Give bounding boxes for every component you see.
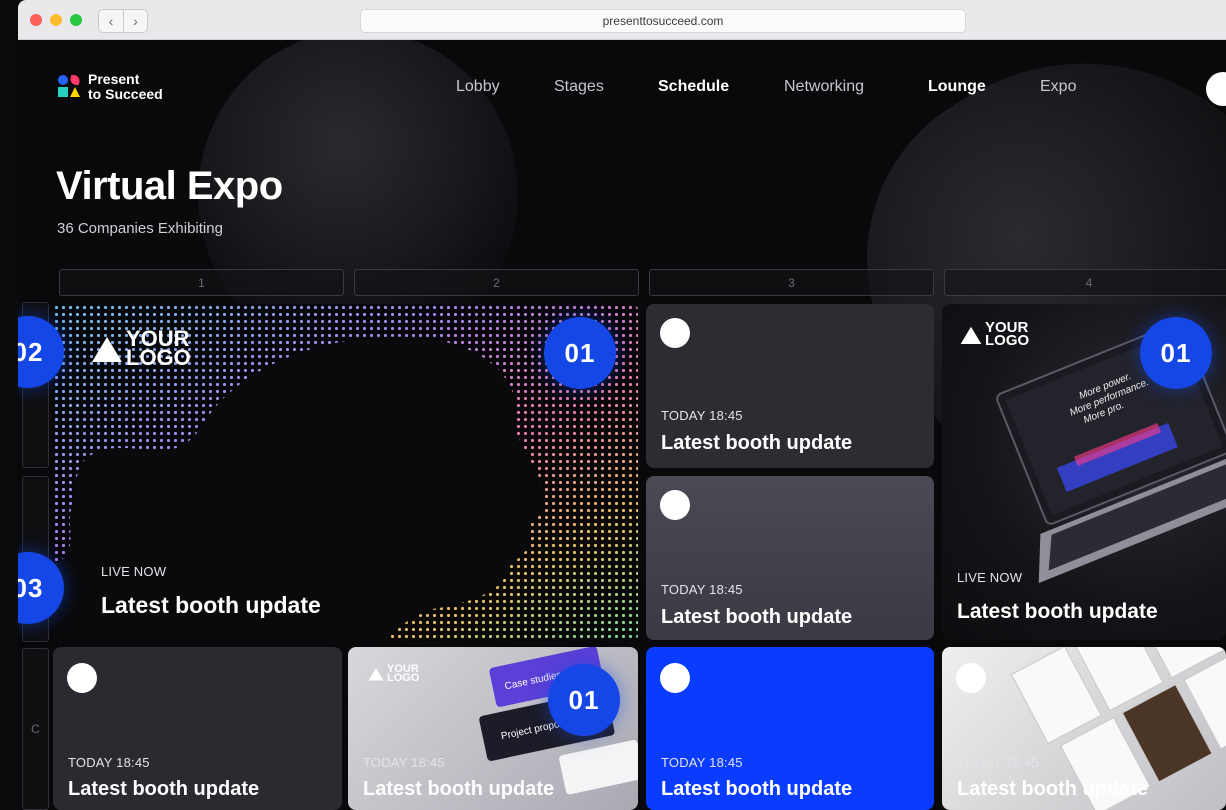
card-time: TODAY 18:45 [363,755,445,770]
card-headline: Latest booth update [661,606,853,628]
booth-card[interactable]: TODAY 18:45 Latest booth update [646,304,934,468]
card-headline: Latest booth update [957,778,1149,800]
nav-expo[interactable]: Expo [1040,78,1076,96]
brand-name-line2: to Succeed [88,86,163,102]
column-header-4: 4 [944,269,1226,296]
logo-triangle-icon [92,336,122,362]
card-headline: Latest booth update [363,778,555,800]
card-status: LIVE NOW [957,570,1023,585]
chevron-left-icon[interactable]: ‹ [99,10,123,32]
zoom-window-button[interactable] [70,14,82,26]
brand-name-line1: Present [88,71,140,87]
column-header-2: 2 [354,269,639,296]
booth-card[interactable]: TODAY 18:45 Latest booth update [646,476,934,640]
chevron-right-icon[interactable]: › [123,10,147,32]
nav-schedule[interactable]: Schedule [658,78,729,96]
column-header-1: 1 [59,269,344,296]
booth-avatar [660,663,690,693]
page-subtitle: 36 Companies Exhibiting [57,220,223,237]
card-headline: Latest booth update [68,778,260,800]
booth-avatar [660,490,690,520]
column-header-3: 3 [649,269,934,296]
brand-mark-icon [58,75,82,99]
booth-card-highlight[interactable]: TODAY 18:45 Latest booth update [646,647,934,810]
card-headline: Latest booth update [957,600,1158,623]
nav-stages[interactable]: Stages [554,78,604,96]
badge-01: 01 [1140,317,1212,389]
booth-card[interactable]: TODAY 18:45 Latest booth update [53,647,342,810]
card-time: TODAY 18:45 [661,755,743,770]
nav-lounge[interactable]: Lounge [928,78,986,96]
card-time: TODAY 18:45 [661,582,743,597]
card-headline: Latest booth update [661,778,853,800]
your-logo: YOUR LOGO [91,328,191,370]
card-headline: Latest booth update [101,592,321,618]
history-buttons: ‹ › [98,9,148,33]
card-time: TODAY 18:45 [661,408,743,423]
badge-01: 01 [544,317,616,389]
window-controls [30,14,82,26]
booth-avatar [660,318,690,348]
minimize-window-button[interactable] [50,14,62,26]
browser-toolbar: ‹ › presenttosucceed.com [18,0,1226,40]
address-bar[interactable]: presenttosucceed.com [360,9,966,33]
user-avatar[interactable] [1206,72,1226,106]
card-time: TODAY 18:45 [957,755,1039,770]
booth-avatar [956,663,986,693]
badge-01: 01 [548,664,620,736]
row-marker-c: C [22,648,49,810]
brand-logo[interactable]: Present to Succeed [58,72,163,102]
booth-card-collage[interactable]: TODAY 18:45 Latest booth update [942,647,1226,810]
logo-line2: LOGO [126,344,191,370]
expo-page: Present to Succeed Lobby Stages Schedule… [18,40,1226,810]
nav-lobby[interactable]: Lobby [456,78,500,96]
your-logo: YOUR LOGO [960,320,1030,349]
logo-triangle-icon [368,668,384,681]
logo-line2: LOGO [985,331,1030,349]
booth-avatar [67,663,97,693]
card-status: LIVE NOW [101,564,167,579]
logo-line2: LOGO [387,672,420,685]
card-time: TODAY 18:45 [68,755,150,770]
nav-networking[interactable]: Networking [784,78,864,96]
page-title: Virtual Expo [56,164,283,208]
your-logo: YOUR LOGO [368,664,420,685]
close-window-button[interactable] [30,14,42,26]
logo-triangle-icon [960,326,982,344]
card-headline: Latest booth update [661,432,853,454]
